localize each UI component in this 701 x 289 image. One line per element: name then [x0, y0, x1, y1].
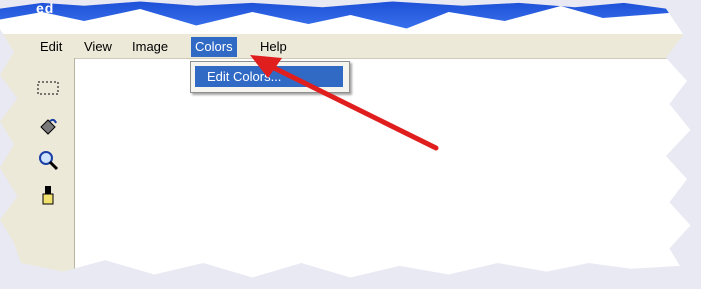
edit-colors-menu-item[interactable]: Edit Colors...: [195, 66, 343, 87]
colors-dropdown: Edit Colors...: [190, 61, 350, 93]
menu-help[interactable]: Help: [256, 37, 291, 57]
drawing-canvas[interactable]: [76, 60, 691, 278]
menu-edit[interactable]: Edit: [36, 37, 66, 57]
title-bar: [0, 1, 691, 29]
fill-bucket-icon[interactable]: [36, 114, 60, 138]
brush-icon[interactable]: [36, 184, 60, 208]
menu-view[interactable]: View: [80, 37, 116, 57]
magnifier-icon[interactable]: [36, 148, 60, 172]
menu-colors[interactable]: Colors: [191, 37, 237, 57]
window-title: ed: [36, 0, 55, 16]
select-rect-icon[interactable]: [36, 76, 60, 100]
toolbox: [0, 58, 75, 278]
screenshot-card: ed Edit View Image Colors Help Edit Colo…: [0, 0, 691, 278]
menu-image[interactable]: Image: [128, 37, 172, 57]
